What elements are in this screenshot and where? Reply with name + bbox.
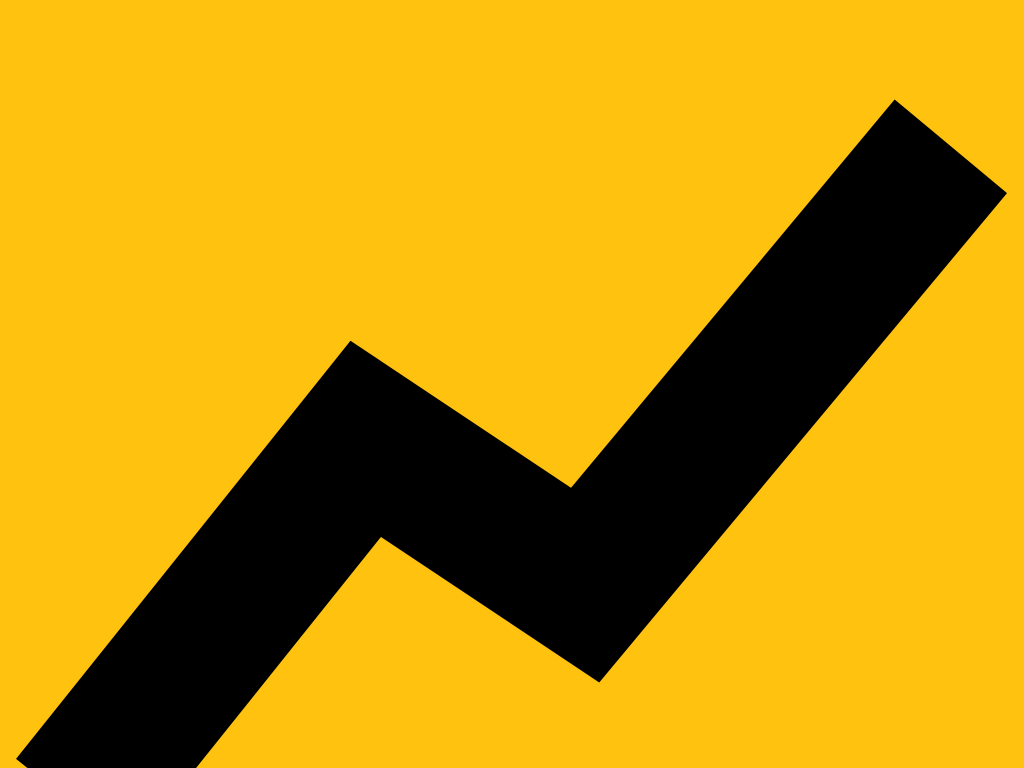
app-icon [0, 0, 1024, 768]
desktop: { "window": { "title": "Chart Analyzer 4… [0, 0, 1024, 768]
title-bar[interactable]: Chart Analyzer 4.0 <teipan> × [0, 0, 1024, 18]
